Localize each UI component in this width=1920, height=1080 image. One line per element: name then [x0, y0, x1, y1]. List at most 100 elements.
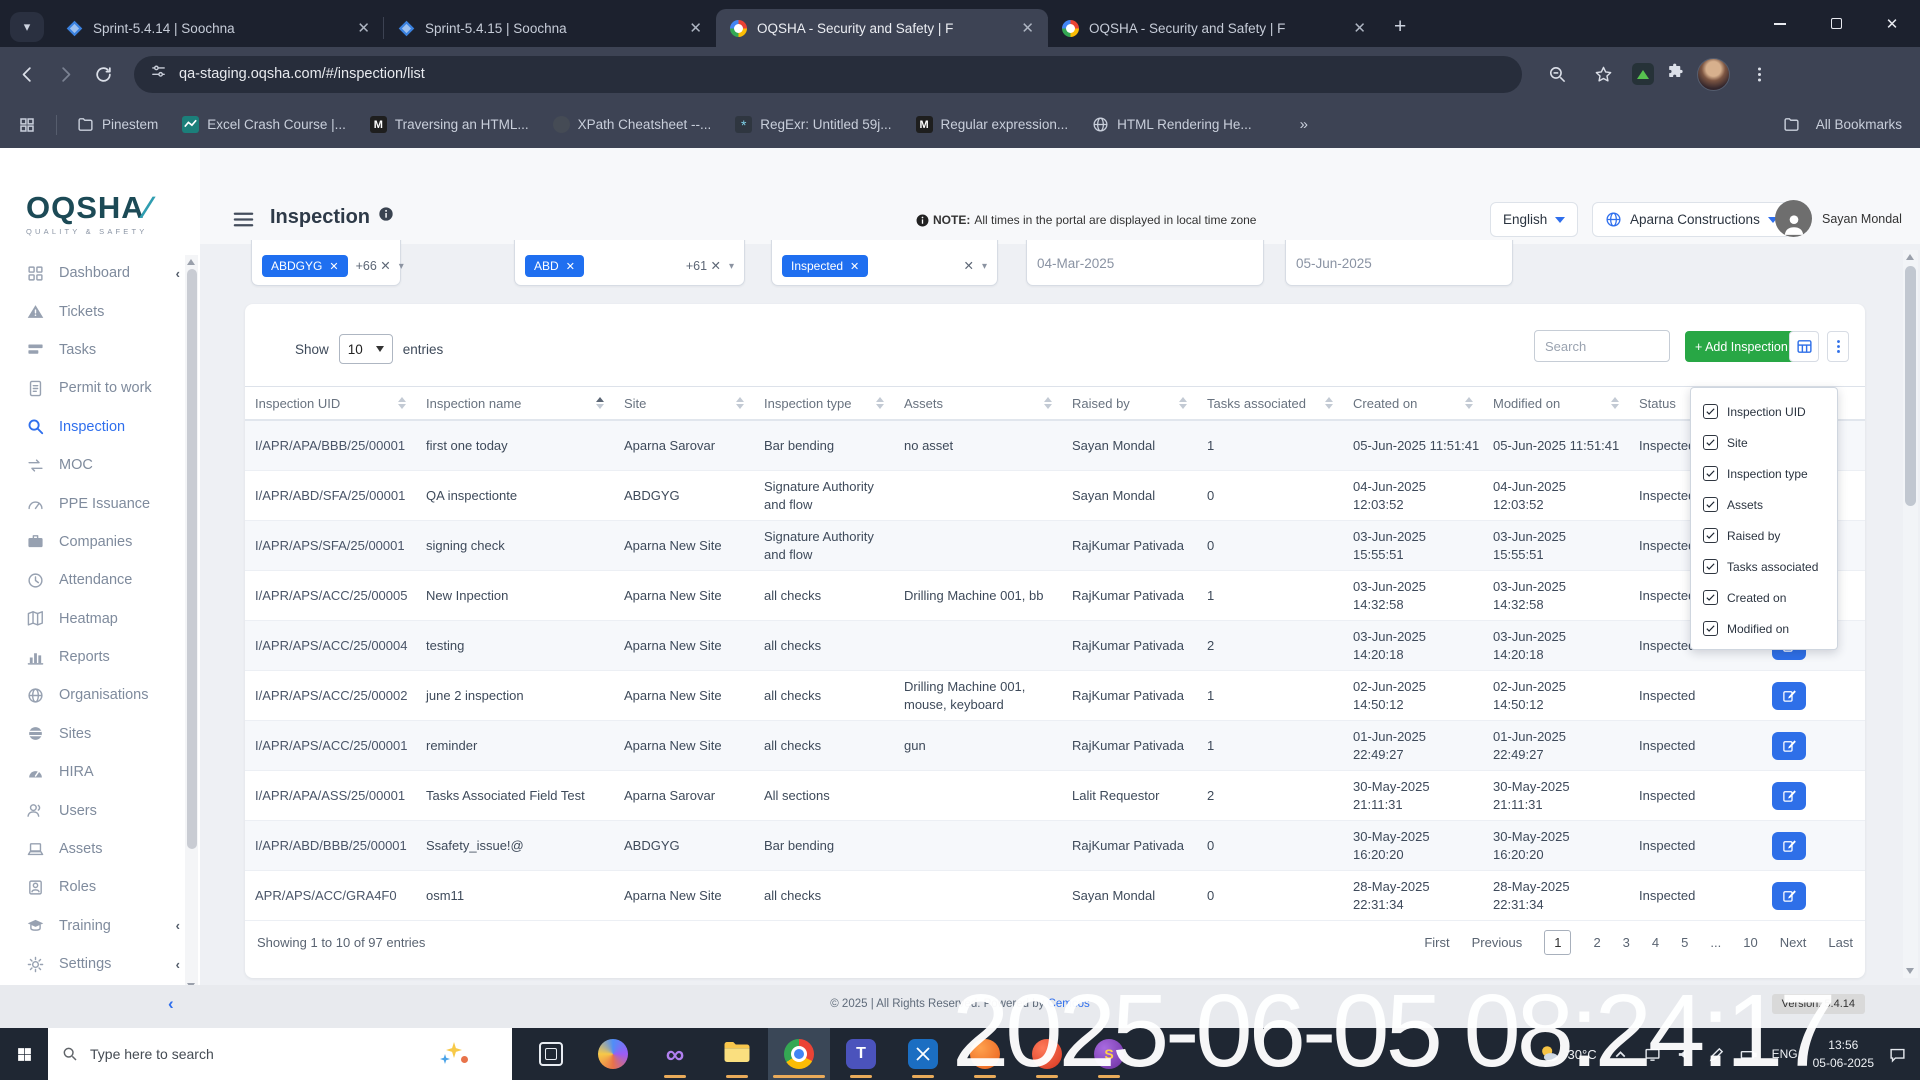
table-row[interactable]: I/APR/APS/ACC/25/00005 New Inpection Aparn… — [245, 571, 1865, 621]
forward-button[interactable] — [48, 57, 82, 91]
sort-arrows-icon[interactable] — [1325, 397, 1333, 409]
checkbox-checked-icon[interactable] — [1703, 590, 1718, 605]
sidebar-item-sites[interactable]: Sites — [0, 715, 200, 753]
column-header-created-on[interactable]: Created on — [1343, 387, 1483, 419]
edit-inspection-button[interactable] — [1772, 681, 1806, 710]
taskbar-app-task-view[interactable] — [520, 1028, 582, 1080]
filter-multiselect[interactable]: Inspected ✕ ✕ ▾ — [771, 240, 998, 286]
sidebar-item-reports[interactable]: Reports — [0, 638, 200, 676]
taskbar-app-visual-studio[interactable]: ∞ — [644, 1028, 706, 1080]
sidebar-item-attendance[interactable]: Attendance — [0, 561, 200, 599]
page-scrollbar[interactable] — [1903, 250, 1918, 978]
table-row[interactable]: I/APR/APA/BBB/25/00001 first one today Apa… — [245, 421, 1865, 471]
bookmark-item[interactable]: Excel Crash Course |... — [182, 116, 346, 133]
column-header-tasks-associated[interactable]: Tasks associated — [1197, 387, 1343, 419]
chip-remove-icon[interactable]: ✕ — [850, 260, 859, 273]
restore-button[interactable] — [1808, 0, 1864, 47]
organisation-selector[interactable]: Aparna Constructions — [1592, 202, 1791, 237]
checkbox-checked-icon[interactable] — [1703, 466, 1718, 481]
back-button[interactable] — [10, 57, 44, 91]
extensions-puzzle-icon[interactable] — [1666, 62, 1685, 86]
column-header-assets[interactable]: Assets — [894, 387, 1062, 419]
sort-arrows-icon[interactable] — [736, 397, 744, 409]
column-toggle-inspection-uid[interactable]: Inspection UID — [1703, 396, 1837, 427]
sidebar-item-companies[interactable]: Companies — [0, 523, 200, 561]
start-button[interactable] — [0, 1028, 48, 1080]
column-toggle-site[interactable]: Site — [1703, 427, 1837, 458]
tab-close-icon[interactable]: ✕ — [1349, 19, 1370, 37]
pagination-5[interactable]: 5 — [1681, 935, 1688, 950]
filter-chip[interactable]: ABD ✕ — [525, 255, 584, 277]
sort-arrows-icon[interactable] — [1179, 397, 1187, 409]
search-highlights-icon[interactable] — [440, 1040, 468, 1068]
page-size-select[interactable]: 10 — [338, 334, 393, 364]
table-row[interactable]: I/APR/APS/ACC/25/00002 june 2 inspection A… — [245, 671, 1865, 721]
checkbox-checked-icon[interactable] — [1703, 435, 1718, 450]
caret-down-icon[interactable]: ▾ — [399, 261, 404, 277]
table-view-button[interactable] — [1789, 331, 1819, 362]
reload-button[interactable] — [86, 57, 120, 91]
sort-arrows-icon[interactable] — [398, 397, 406, 409]
filter-chip[interactable]: Inspected ✕ — [782, 255, 869, 277]
sidebar-item-moc[interactable]: MOC — [0, 446, 200, 484]
pagination-2[interactable]: 2 — [1593, 935, 1600, 950]
sidebar-item-inspection[interactable]: Inspection — [0, 408, 200, 446]
sidebar-item-hira[interactable]: HIRA — [0, 753, 200, 791]
sidebar-item-settings[interactable]: Settings ‹ — [0, 945, 200, 983]
table-row[interactable]: I/APR/ABD/BBB/25/00001 Ssafety_issue!@ ABD… — [245, 821, 1865, 871]
url-text[interactable]: qa-staging.oqsha.com/#/inspection/list — [179, 66, 425, 82]
pagination-last[interactable]: Last — [1828, 935, 1853, 950]
filter-chip[interactable]: ABDGYG ✕ — [262, 255, 348, 277]
extension-pinned-icon[interactable] — [1632, 63, 1654, 85]
table-row[interactable]: I/APR/APS/ACC/25/00001 reminder Aparna New… — [245, 721, 1865, 771]
sidebar-item-training[interactable]: Training ‹ — [0, 907, 200, 945]
sort-arrows-icon[interactable] — [1044, 397, 1052, 409]
taskbar-app-teams[interactable]: T — [830, 1028, 892, 1080]
minimize-button[interactable] — [1752, 0, 1808, 47]
scroll-up-icon[interactable] — [187, 259, 195, 265]
pagination--[interactable]: ... — [1710, 935, 1721, 950]
column-header-inspection-type[interactable]: Inspection type — [754, 387, 894, 419]
filter-multiselect[interactable]: ABDGYG ✕ +66 ✕ ▾ — [251, 240, 404, 286]
sidebar-item-heatmap[interactable]: Heatmap — [0, 600, 200, 638]
table-row[interactable]: I/APR/APS/ACC/25/00004 testing Aparna New … — [245, 621, 1865, 671]
bookmark-item[interactable]: XPath Cheatsheet --... — [552, 116, 711, 133]
tab-close-icon[interactable]: ✕ — [685, 19, 706, 37]
tab-search-button[interactable]: ▾ — [10, 12, 44, 42]
new-tab-button[interactable]: + — [1394, 15, 1406, 39]
bookmark-star-icon[interactable] — [1586, 57, 1620, 91]
sidebar-item-roles[interactable]: Roles — [0, 868, 200, 906]
table-row[interactable]: I/APR/APA/ASS/25/00001 Tasks Associated F… — [245, 771, 1865, 821]
sidebar-item-dashboard[interactable]: Dashboard ‹ — [0, 254, 200, 292]
taskbar-search-box[interactable]: Type here to search — [48, 1028, 512, 1080]
bookmark-item[interactable]: * RegExr: Untitled 59j... — [735, 116, 892, 133]
chip-remove-icon[interactable]: ✕ — [566, 260, 575, 273]
column-header-inspection-uid[interactable]: Inspection UID — [245, 387, 416, 419]
pagination-3[interactable]: 3 — [1623, 935, 1630, 950]
sort-arrows-icon[interactable] — [1611, 397, 1619, 409]
site-settings-icon[interactable] — [150, 63, 167, 85]
filter-multiselect[interactable]: ABD ✕ +61 ✕ ▾ — [514, 240, 745, 286]
hamburger-menu-icon[interactable] — [232, 208, 255, 236]
sidebar-item-permit-to-work[interactable]: Permit to work — [0, 369, 200, 407]
add-inspection-button[interactable]: + Add Inspection — [1685, 331, 1798, 362]
close-window-button[interactable]: ✕ — [1864, 0, 1920, 47]
sort-arrows-icon[interactable] — [876, 397, 884, 409]
checkbox-checked-icon[interactable] — [1703, 528, 1718, 543]
tab-close-icon[interactable]: ✕ — [353, 19, 374, 37]
all-bookmarks[interactable]: All Bookmarks — [1783, 116, 1902, 133]
column-toggle-assets[interactable]: Assets — [1703, 489, 1837, 520]
sidebar-scrollbar[interactable] — [185, 255, 198, 993]
notifications-icon[interactable] — [1889, 1046, 1906, 1063]
pagination-4[interactable]: 4 — [1652, 935, 1659, 950]
apps-grid-icon[interactable] — [18, 116, 36, 134]
checkbox-checked-icon[interactable] — [1703, 621, 1718, 636]
page-scrollbar-thumb[interactable] — [1905, 266, 1916, 506]
checkbox-checked-icon[interactable] — [1703, 404, 1718, 419]
browser-tab[interactable]: OQSHA - Security and Safety | F ✕ — [1047, 9, 1380, 47]
pagination-first[interactable]: First — [1424, 935, 1449, 950]
checkbox-checked-icon[interactable] — [1703, 559, 1718, 574]
sidebar-scrollbar-thumb[interactable] — [186, 269, 197, 849]
table-row[interactable]: APR/APS/ACC/GRA4F0 osm11 Aparna New Site al… — [245, 871, 1865, 921]
filter-date-input[interactable]: 04-Mar-2025 — [1026, 240, 1264, 286]
